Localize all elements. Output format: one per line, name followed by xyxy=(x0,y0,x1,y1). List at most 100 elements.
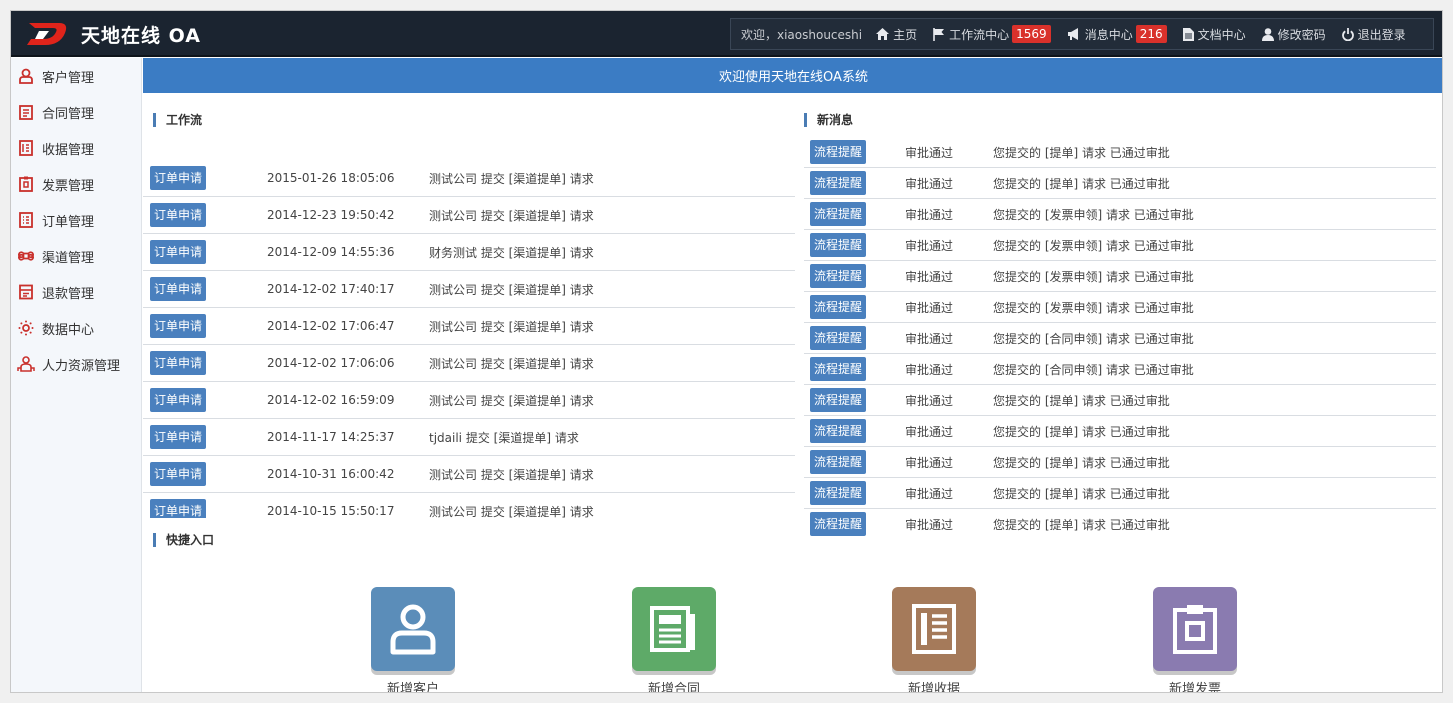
nav-document-center[interactable]: 文档中心 xyxy=(1182,26,1246,43)
sidebar-item-data-center[interactable]: 数据中心 xyxy=(11,310,141,346)
row-description[interactable]: 测试公司 提交 [渠道提单] 请求 xyxy=(429,281,594,298)
logo[interactable]: 天地在线 OA xyxy=(25,18,201,50)
order-request-tag[interactable]: 订单申请 xyxy=(150,314,207,338)
row-description[interactable]: 测试公司 提交 [渠道提单] 请求 xyxy=(429,355,594,372)
list-item[interactable]: 流程提醒 审批通过 您提交的 [提单] 请求 已通过审批 xyxy=(804,478,1436,509)
order-request-tag[interactable]: 订单申请 xyxy=(150,277,207,301)
process-reminder-tag[interactable]: 流程提醒 xyxy=(810,481,867,505)
megaphone-icon xyxy=(1067,28,1078,40)
sidebar-item-label: 退款管理 xyxy=(42,286,95,302)
sidebar-item-contracts[interactable]: 合同管理 xyxy=(11,94,141,130)
nav-workflow-center[interactable]: 工作流中心 1569 xyxy=(933,25,1051,43)
sidebar-item-orders[interactable]: 订单管理 xyxy=(11,202,141,238)
table-row[interactable]: 订单申请 2014-12-02 17:06:06 测试公司 提交 [渠道提单] … xyxy=(143,345,795,382)
row-description[interactable]: 测试公司 提交 [渠道提单] 请求 xyxy=(429,170,594,187)
message-status: 审批通过 xyxy=(905,269,954,284)
row-description[interactable]: 测试公司 提交 [渠道提单] 请求 xyxy=(429,207,594,224)
app-title: 天地在线 OA xyxy=(81,24,201,47)
list-item[interactable]: 流程提醒 审批通过 您提交的 [发票申领] 请求 已通过审批 xyxy=(804,199,1436,230)
message-text[interactable]: 您提交的 [提单] 请求 已通过审批 xyxy=(993,144,1170,161)
message-text[interactable]: 您提交的 [提单] 请求 已通过审批 xyxy=(993,392,1170,409)
nav-document-label: 文档中心 xyxy=(1197,27,1246,42)
list-item[interactable]: 流程提醒 审批通过 您提交的 [提单] 请求 已通过审批 xyxy=(804,137,1436,168)
process-reminder-tag[interactable]: 流程提醒 xyxy=(810,326,867,350)
message-text[interactable]: 您提交的 [发票申领] 请求 已通过审批 xyxy=(993,268,1194,285)
nav-message-center[interactable]: 消息中心 216 xyxy=(1067,25,1167,43)
process-reminder-tag[interactable]: 流程提醒 xyxy=(810,171,867,195)
row-description[interactable]: 测试公司 提交 [渠道提单] 请求 xyxy=(429,466,594,483)
sidebar-item-hr[interactable]: 人力资源管理 xyxy=(11,346,141,382)
list-item[interactable]: 流程提醒 审批通过 您提交的 [发票申领] 请求 已通过审批 xyxy=(804,261,1436,292)
message-text[interactable]: 您提交的 [提单] 请求 已通过审批 xyxy=(993,516,1170,533)
table-row[interactable]: 订单申请 2014-12-02 17:40:17 测试公司 提交 [渠道提单] … xyxy=(143,271,795,308)
process-reminder-tag[interactable]: 流程提醒 xyxy=(810,264,867,288)
row-description[interactable]: tjdaili 提交 [渠道提单] 请求 xyxy=(429,429,579,446)
list-item[interactable]: 流程提醒 审批通过 您提交的 [合同申领] 请求 已通过审批 xyxy=(804,354,1436,385)
order-request-tag[interactable]: 订单申请 xyxy=(150,203,207,227)
list-item[interactable]: 流程提醒 审批通过 您提交的 [提单] 请求 已通过审批 xyxy=(804,447,1436,478)
process-reminder-tag[interactable]: 流程提醒 xyxy=(810,357,867,381)
new-invoice-button[interactable]: 新增发票 xyxy=(1153,587,1237,693)
order-request-tag[interactable]: 订单申请 xyxy=(150,351,207,375)
sidebar-item-label: 客户管理 xyxy=(42,70,95,86)
process-reminder-tag[interactable]: 流程提醒 xyxy=(810,450,867,474)
message-text[interactable]: 您提交的 [合同申领] 请求 已通过审批 xyxy=(993,361,1194,378)
order-request-tag[interactable]: 订单申请 xyxy=(150,499,207,518)
list-item[interactable]: 流程提醒 审批通过 您提交的 [提单] 请求 已通过审批 xyxy=(804,385,1436,416)
sidebar-item-refunds[interactable]: 退款管理 xyxy=(11,274,141,310)
table-row[interactable]: 订单申请 2014-12-02 17:06:47 测试公司 提交 [渠道提单] … xyxy=(143,308,795,345)
sidebar-item-receipts[interactable]: 收据管理 xyxy=(11,130,141,166)
nav-change-password[interactable]: 修改密码 xyxy=(1261,26,1326,43)
order-request-tag[interactable]: 订单申请 xyxy=(150,240,207,264)
list-item[interactable]: 流程提醒 审批通过 您提交的 [提单] 请求 已通过审批 xyxy=(804,168,1436,199)
message-text[interactable]: 您提交的 [提单] 请求 已通过审批 xyxy=(993,454,1170,471)
sidebar-item-customers[interactable]: 客户管理 xyxy=(11,58,141,94)
order-request-tag[interactable]: 订单申请 xyxy=(150,166,207,190)
sidebar-item-channels[interactable]: 渠道管理 xyxy=(11,238,141,274)
process-reminder-tag[interactable]: 流程提醒 xyxy=(810,388,867,412)
process-reminder-tag[interactable]: 流程提醒 xyxy=(810,295,867,319)
new-receipt-button[interactable]: 新增收据 xyxy=(892,587,976,692)
process-reminder-tag[interactable]: 流程提醒 xyxy=(810,419,867,443)
customer-icon xyxy=(17,67,35,85)
new-customer-button[interactable]: 新增客户 xyxy=(371,587,455,693)
table-row[interactable]: 订单申请 2014-10-15 15:50:17 测试公司 提交 [渠道提单] … xyxy=(143,493,795,518)
row-description[interactable]: 测试公司 提交 [渠道提单] 请求 xyxy=(429,318,594,335)
nav-logout[interactable]: 退出登录 xyxy=(1341,26,1406,43)
process-reminder-tag[interactable]: 流程提醒 xyxy=(810,233,867,257)
new-customer-label: 新增客户 xyxy=(386,682,439,693)
home-icon xyxy=(876,28,890,40)
process-reminder-tag[interactable]: 流程提醒 xyxy=(810,202,867,226)
row-description[interactable]: 测试公司 提交 [渠道提单] 请求 xyxy=(429,503,594,519)
list-item[interactable]: 流程提醒 审批通过 您提交的 [合同申领] 请求 已通过审批 xyxy=(804,323,1436,354)
nav-home[interactable]: 主页 xyxy=(876,26,917,43)
sidebar-item-invoices[interactable]: 发票管理 xyxy=(11,166,141,202)
message-text[interactable]: 您提交的 [提单] 请求 已通过审批 xyxy=(993,423,1170,440)
message-text[interactable]: 您提交的 [提单] 请求 已通过审批 xyxy=(993,175,1170,192)
message-text[interactable]: 您提交的 [发票申领] 请求 已通过审批 xyxy=(993,206,1194,223)
message-text[interactable]: 您提交的 [提单] 请求 已通过审批 xyxy=(993,485,1170,502)
process-reminder-tag[interactable]: 流程提醒 xyxy=(810,140,867,164)
message-text[interactable]: 您提交的 [发票申领] 请求 已通过审批 xyxy=(993,237,1194,254)
row-description[interactable]: 财务测试 提交 [渠道提单] 请求 xyxy=(429,244,594,261)
process-reminder-tag[interactable]: 流程提醒 xyxy=(810,512,867,536)
list-item[interactable]: 流程提醒 审批通过 您提交的 [提单] 请求 已通过审批 xyxy=(804,416,1436,447)
table-row[interactable]: 订单申请 2015-01-26 18:05:06 测试公司 提交 [渠道提单] … xyxy=(143,160,795,197)
order-request-tag[interactable]: 订单申请 xyxy=(150,425,207,449)
order-request-tag[interactable]: 订单申请 xyxy=(150,388,207,412)
message-text[interactable]: 您提交的 [发票申领] 请求 已通过审批 xyxy=(993,299,1194,316)
new-contract-button[interactable]: 新增合同 xyxy=(632,587,716,692)
list-item[interactable]: 流程提醒 审批通过 您提交的 [提单] 请求 已通过审批 xyxy=(804,509,1436,537)
table-row[interactable]: 订单申请 2014-12-02 16:59:09 测试公司 提交 [渠道提单] … xyxy=(143,382,795,419)
add-customer-icon xyxy=(371,587,455,671)
order-request-tag[interactable]: 订单申请 xyxy=(150,462,207,486)
message-text[interactable]: 您提交的 [合同申领] 请求 已通过审批 xyxy=(993,330,1194,347)
table-row[interactable]: 订单申请 2014-12-23 19:50:42 测试公司 提交 [渠道提单] … xyxy=(143,197,795,234)
table-row[interactable]: 订单申请 2014-11-17 14:25:37 tjdaili 提交 [渠道提… xyxy=(143,419,795,456)
table-row[interactable]: 订单申请 2014-12-09 14:55:36 财务测试 提交 [渠道提单] … xyxy=(143,234,795,271)
new-invoice-label: 新增发票 xyxy=(1168,682,1221,693)
row-description[interactable]: 测试公司 提交 [渠道提单] 请求 xyxy=(429,392,594,409)
table-row[interactable]: 订单申请 2014-10-31 16:00:42 测试公司 提交 [渠道提单] … xyxy=(143,456,795,493)
list-item[interactable]: 流程提醒 审批通过 您提交的 [发票申领] 请求 已通过审批 xyxy=(804,292,1436,323)
list-item[interactable]: 流程提醒 审批通过 您提交的 [发票申领] 请求 已通过审批 xyxy=(804,230,1436,261)
